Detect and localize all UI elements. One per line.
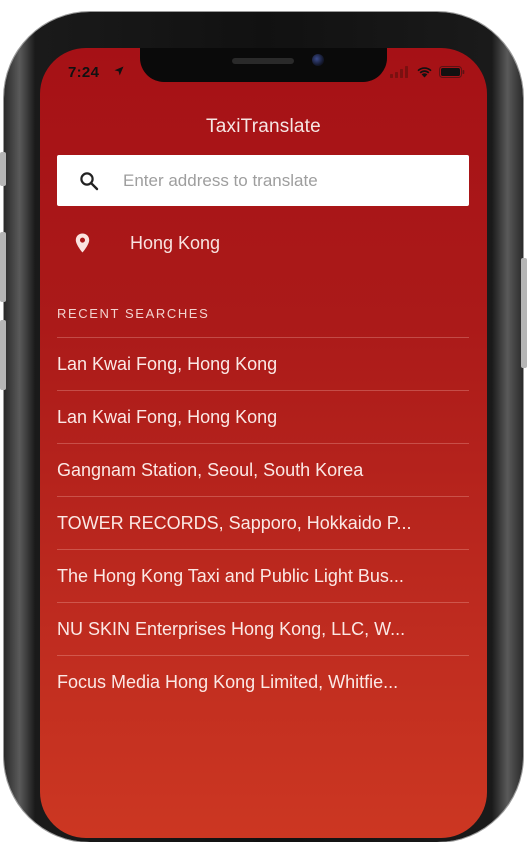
search-icon bbox=[80, 172, 99, 191]
location-arrow-icon bbox=[114, 66, 124, 76]
battery-icon bbox=[439, 66, 465, 78]
address-search-input[interactable] bbox=[123, 155, 453, 206]
current-location-row[interactable]: Hong Kong bbox=[57, 226, 469, 262]
recent-search-item[interactable]: NU SKIN Enterprises Hong Kong, LLC, W... bbox=[57, 602, 469, 655]
recent-search-item[interactable]: The Hong Kong Taxi and Public Light Bus.… bbox=[57, 549, 469, 602]
status-indicators bbox=[390, 66, 465, 78]
speaker bbox=[232, 58, 294, 64]
volume-up-button bbox=[0, 232, 6, 302]
app-screen: 7:24 TaxiTranslate Enter address to tran… bbox=[40, 48, 487, 838]
recent-search-item[interactable]: Focus Media Hong Kong Limited, Whitfie..… bbox=[57, 655, 469, 708]
front-camera bbox=[312, 54, 324, 66]
silent-switch bbox=[0, 152, 6, 186]
wifi-icon bbox=[417, 67, 432, 78]
volume-down-button bbox=[0, 320, 6, 390]
location-pin-icon bbox=[75, 233, 90, 253]
power-button bbox=[521, 258, 527, 368]
recent-search-item[interactable]: Lan Kwai Fong, Hong Kong bbox=[57, 390, 469, 443]
cellular-signal-icon bbox=[390, 66, 408, 78]
app-title: TaxiTranslate bbox=[206, 116, 321, 137]
recent-searches-list: Lan Kwai Fong, Hong Kong Lan Kwai Fong, … bbox=[57, 337, 469, 708]
current-location-label: Hong Kong bbox=[130, 233, 221, 253]
recent-search-item[interactable]: Gangnam Station, Seoul, South Korea bbox=[57, 443, 469, 496]
notch bbox=[140, 48, 387, 82]
search-bar[interactable] bbox=[57, 155, 469, 206]
recent-searches-header: RECENT SEARCHES bbox=[57, 306, 210, 321]
recent-search-item[interactable]: TOWER RECORDS, Sapporo, Hokkaido P... bbox=[57, 496, 469, 549]
status-time: 7:24 bbox=[68, 64, 100, 81]
recent-search-item[interactable]: Lan Kwai Fong, Hong Kong bbox=[57, 337, 469, 390]
